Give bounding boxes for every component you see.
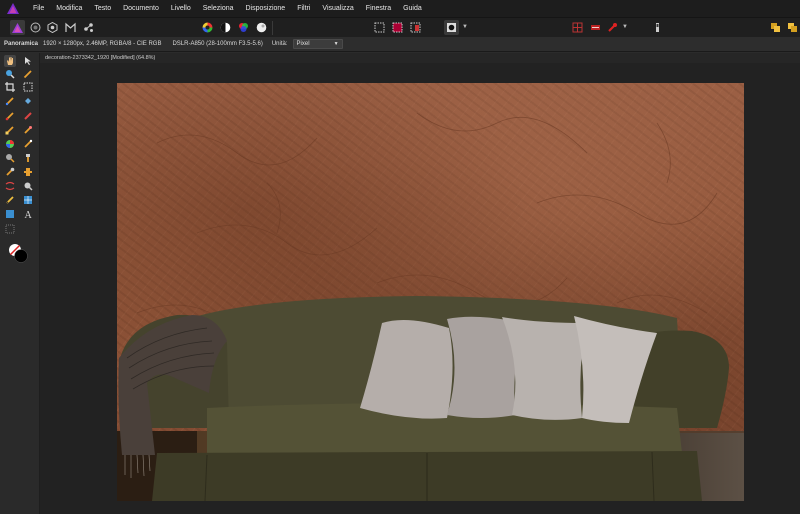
menu-seleziona[interactable]: Seleziona — [197, 0, 240, 17]
chevron-down-icon[interactable]: ▼ — [462, 24, 468, 30]
channels-icon[interactable] — [236, 20, 251, 35]
red-eye-icon[interactable] — [4, 166, 16, 178]
paint-brush-icon[interactable] — [4, 110, 16, 122]
clone-brush-icon[interactable] — [22, 152, 34, 164]
menu-documento[interactable]: Documento — [117, 0, 165, 17]
flood-select-icon[interactable] — [22, 95, 34, 107]
contrast-icon[interactable] — [218, 20, 233, 35]
smudge-brush-icon[interactable] — [22, 124, 34, 136]
color-picker-icon[interactable] — [22, 68, 34, 80]
document-tabs: decoration-2373342_1920 [Modified] (64.8… — [40, 53, 800, 63]
context-toolbar: Panoramica 1920 × 1280px, 2.46MP, RGBA/8… — [0, 37, 800, 52]
mask-toggle-icon[interactable] — [605, 20, 620, 35]
dodge-brush-icon[interactable] — [4, 124, 16, 136]
menu-testo[interactable]: Testo — [88, 0, 117, 17]
color-replace-icon[interactable] — [4, 138, 16, 150]
marquee-transform-icon[interactable] — [390, 20, 405, 35]
menu-visualizza[interactable]: Visualizza — [316, 0, 359, 17]
pen-icon[interactable] — [4, 194, 16, 206]
camera-info: DSLR-A850 (28-100mm F3.5-5.6) — [172, 41, 263, 47]
perspective-icon[interactable] — [22, 180, 34, 192]
vector-crop-icon[interactable] — [4, 223, 16, 235]
chevron-down-icon: ▼ — [333, 41, 339, 47]
document-tab[interactable]: decoration-2373342_1920 [Modified] (64.8… — [43, 53, 157, 63]
persona-photo-icon[interactable] — [10, 20, 25, 35]
arrange-icon[interactable] — [650, 20, 665, 35]
erase-brush-icon[interactable] — [22, 110, 34, 122]
image-info: 1920 × 1280px, 2.46MP, RGBA/8 - CIE RGB — [43, 41, 162, 47]
move-icon[interactable] — [22, 55, 34, 67]
persona-tone-mapping-icon[interactable] — [63, 20, 78, 35]
node-icon[interactable] — [22, 194, 34, 206]
persona-export-icon[interactable] — [81, 20, 96, 35]
inpainting-icon[interactable] — [22, 138, 34, 150]
zoom-icon[interactable] — [4, 68, 16, 80]
rect-marquee-icon[interactable] — [22, 81, 34, 93]
menu-finestra[interactable]: Finestra — [360, 0, 397, 17]
rect-shape-icon[interactable] — [4, 208, 16, 220]
white-balance-icon[interactable] — [254, 20, 269, 35]
chevron-down-icon[interactable]: ▼ — [622, 24, 628, 30]
assistant-icon[interactable] — [588, 20, 603, 35]
hand-icon[interactable] — [4, 55, 16, 67]
current-tool-name: Panoramica — [4, 41, 39, 47]
menu-livello[interactable]: Livello — [165, 0, 197, 17]
menu-disposizione[interactable]: Disposizione — [240, 0, 292, 17]
color-swatch-icon[interactable] — [8, 242, 30, 264]
svg-text:A: A — [25, 210, 33, 219]
view-mode-alt-icon[interactable] — [785, 20, 800, 35]
patch-icon[interactable] — [22, 166, 34, 178]
menu-modifica[interactable]: Modifica — [50, 0, 88, 17]
marquee-invert-icon[interactable] — [408, 20, 423, 35]
snapping-icon[interactable] — [570, 20, 585, 35]
quick-mask-icon[interactable] — [444, 20, 459, 35]
menu-filtri[interactable]: Filtri — [291, 0, 316, 17]
sofa-photo — [118, 112, 729, 501]
text-icon[interactable]: A — [22, 208, 34, 220]
blur-brush-icon[interactable] — [4, 152, 16, 164]
toolbar-separator — [272, 21, 273, 35]
units-select[interactable]: Pixel ▼ — [292, 39, 343, 49]
crop-icon[interactable] — [4, 81, 16, 93]
persona-develop-icon[interactable] — [45, 20, 60, 35]
persona-liquify-icon[interactable] — [28, 20, 43, 35]
color-wheel-icon[interactable] — [200, 20, 215, 35]
menu-bar: File Modifica Testo Documento Livello Se… — [0, 0, 800, 17]
selection-brush-icon[interactable] — [4, 95, 16, 107]
tools-panel: A — [0, 53, 40, 514]
main-toolbar: ▼ ▼ — [0, 17, 800, 37]
document-canvas[interactable] — [117, 83, 744, 501]
units-label: Unità: — [271, 41, 288, 47]
menu-guida[interactable]: Guida — [397, 0, 428, 17]
menu-file[interactable]: File — [28, 0, 50, 17]
units-value: Pixel — [296, 41, 310, 47]
mesh-warp-icon[interactable] — [4, 180, 16, 192]
view-mode-icon[interactable] — [768, 20, 783, 35]
marquee-rect-icon[interactable] — [372, 20, 387, 35]
affinity-photo-logo-icon[interactable] — [6, 3, 20, 15]
